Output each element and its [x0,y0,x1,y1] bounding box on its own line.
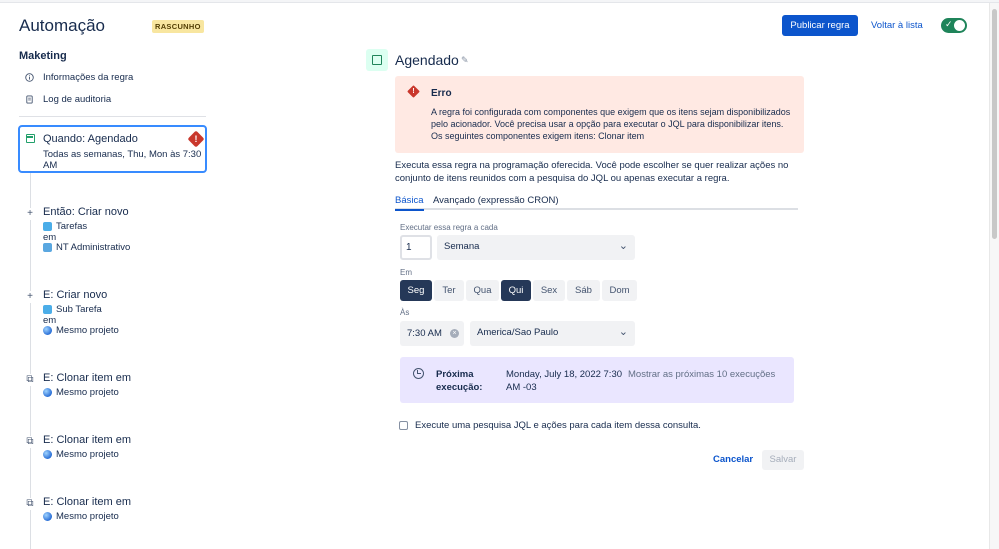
project-avatar-icon [43,243,52,252]
schedule-tabs: Básica Avançado (expressão CRON) [395,195,798,211]
show-next-runs-link[interactable]: Mostrar as próximas 10 execuções [628,368,788,381]
at-time-label: Às [400,308,410,317]
step-title: E: Criar novo [43,289,108,301]
task-type-icon [43,222,52,231]
time-value: 7:30 AM [407,328,442,339]
time-input[interactable]: 7:30 AM × [400,321,464,346]
clone-icon: ⧉ [24,498,36,510]
step-title: Então: Criar novo [43,206,129,218]
next-run-panel: Próxima execução: Monday, July 18, 2022 … [400,357,794,403]
toggle-knob [954,20,965,31]
step-issue-type: Tarefas [43,221,87,232]
nav-rule-details[interactable]: Informações da regra [25,72,133,83]
info-icon [25,73,34,82]
document-icon [25,95,34,104]
day-toggle-mon[interactable]: Seg [400,280,432,301]
cancel-button[interactable]: Cancelar [713,454,753,465]
interval-input[interactable]: 1 [400,235,432,260]
step-project: Mesmo projeto [43,387,119,398]
subtask-type-icon [43,305,52,314]
status-badge: RASCUNHO [152,20,204,33]
schedule-description: Executa essa regra na programação oferec… [395,160,789,184]
nav-audit-log[interactable]: Log de auditoria [25,94,111,105]
tab-advanced-cron[interactable]: Avançado (expressão CRON) [433,195,559,206]
chevron-down-icon: ⌄ [618,326,628,338]
publish-rule-button[interactable]: Publicar regra [782,15,858,36]
step-project: Mesmo projeto [43,325,119,336]
page-title: Automação [19,16,105,35]
plus-icon: + [24,208,36,220]
rule-enabled-toggle[interactable]: ✓ [941,18,967,33]
component-title: Agendado [395,52,459,68]
step-project: NT Administrativo [43,242,130,253]
project-name: Maketing [19,50,67,62]
jql-checkbox-label: Execute uma pesquisa JQL e ações para ca… [415,420,701,431]
check-icon: ✓ [945,19,953,29]
day-toggle-wed[interactable]: Qua [466,280,499,301]
jql-option-row[interactable]: Execute uma pesquisa JQL e ações para ca… [399,420,701,431]
next-run-value: Monday, July 18, 2022 7:30 AM -03 [506,369,623,393]
flow-connector-line [30,173,31,549]
chevron-down-icon: ⌄ [618,240,628,252]
save-button[interactable]: Salvar [762,450,804,470]
step-title: E: Clonar item em [43,372,132,384]
step-title: E: Clonar item em [43,496,132,508]
jql-checkbox[interactable] [399,421,408,430]
sidebar-divider [19,116,206,117]
every-label: Executar essa regra a cada [400,223,498,232]
period-value: Semana [444,241,480,252]
step-project: Mesmo projeto [43,449,119,460]
day-toggle-sun[interactable]: Dom [602,280,637,301]
period-select[interactable]: Semana ⌄ [437,235,635,260]
on-days-label: Em [400,268,412,277]
next-run-label: Próxima execução: [436,369,483,393]
scrollbar-thumb[interactable] [992,9,997,239]
step-issue-type: Sub Tarefa [43,304,102,315]
nav-label: Informações da regra [43,72,134,83]
error-title: Erro [431,88,452,99]
step-project: Mesmo projeto [43,511,119,522]
error-icon: ! [407,85,420,98]
globe-icon [43,388,52,397]
error-message: A regra foi configurada com componentes … [431,107,791,141]
timezone-select[interactable]: America/Sao Paulo ⌄ [470,321,635,346]
day-toggle-tue[interactable]: Ter [434,280,464,301]
timezone-value: America/Sao Paulo [477,327,559,338]
day-toggle-fri[interactable]: Sex [533,280,565,301]
top-border [0,0,999,3]
plus-icon: + [24,291,36,303]
page-scrollbar[interactable] [989,3,999,549]
error-banner: ! Erro A regra foi configurada com compo… [395,76,804,153]
day-toggle-sat[interactable]: Sáb [567,280,600,301]
warning-icon: ! [187,130,205,148]
pencil-icon[interactable]: ✎ [461,55,469,66]
back-to-list-link[interactable]: Voltar à lista [871,20,923,31]
globe-icon [43,512,52,521]
trigger-subtitle: Todas as semanas, Thu, Mon às 7:30 AM [43,149,202,171]
day-toggle-thu[interactable]: Qui [501,280,531,301]
trigger-card-scheduled[interactable]: Quando: Agendado Todas as semanas, Thu, … [18,125,207,173]
clear-icon[interactable]: × [450,329,459,338]
calendar-icon [26,134,35,143]
trigger-title: Quando: Agendado [43,133,138,145]
clone-icon: ⧉ [24,436,36,448]
clone-icon: ⧉ [24,374,36,386]
globe-icon [43,450,52,459]
globe-icon [43,326,52,335]
schedule-calendar-icon [366,49,388,71]
step-title: E: Clonar item em [43,434,132,446]
nav-label: Log de auditoria [43,94,112,105]
tab-basic[interactable]: Básica [395,195,424,211]
clock-icon [413,368,424,379]
